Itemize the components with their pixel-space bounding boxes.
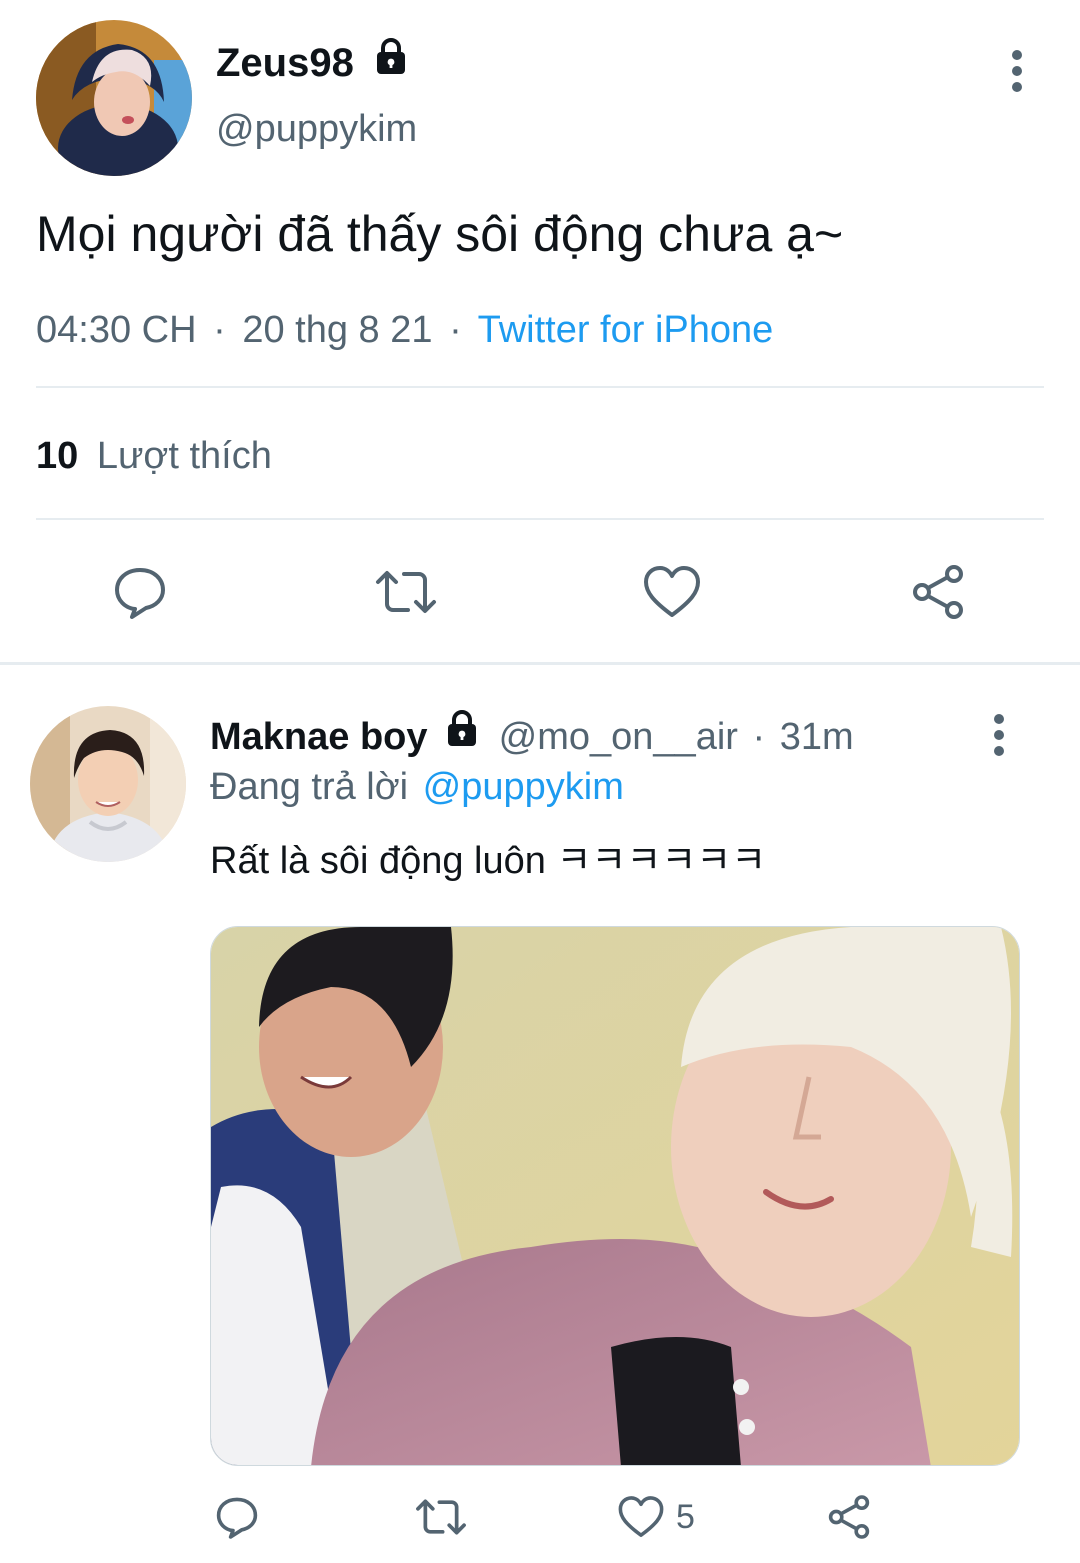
lock-icon xyxy=(371,36,411,86)
like-label: Lượt thích xyxy=(96,435,272,477)
reply-like-count: 5 xyxy=(676,1497,695,1536)
lock-icon xyxy=(442,708,482,761)
replying-label: Đang trả lời xyxy=(210,766,409,808)
reply-button[interactable] xyxy=(104,556,176,628)
reply-media-photo[interactable] xyxy=(210,926,1020,1466)
tweet-source-link[interactable]: Twitter for iPhone xyxy=(478,309,774,351)
share-icon xyxy=(828,1495,870,1539)
reply-icon xyxy=(216,1497,258,1539)
like-button[interactable] xyxy=(636,556,708,628)
reply-button[interactable] xyxy=(208,1488,266,1546)
likes-summary[interactable]: 10 Lượt thích xyxy=(36,432,272,480)
replying-to-link[interactable]: @puppykim xyxy=(423,766,624,808)
tweet-date[interactable]: 20 thg 8 21 xyxy=(242,309,432,351)
meta-separator: · xyxy=(752,716,766,758)
meta-separator: · xyxy=(449,309,462,351)
like-button[interactable]: 5 xyxy=(616,1488,716,1546)
more-options-icon[interactable] xyxy=(1000,50,1034,92)
divider xyxy=(36,518,1044,520)
retweet-button[interactable] xyxy=(370,556,442,628)
replying-to: Đang trả lời @puppykim xyxy=(210,762,624,812)
tweet-time[interactable]: 04:30 CH xyxy=(36,309,197,351)
display-name-text: Zeus98 xyxy=(216,41,354,85)
retweet-icon xyxy=(376,571,436,613)
avatar-zeus98[interactable] xyxy=(36,20,192,176)
reply-icon xyxy=(115,568,165,619)
divider xyxy=(36,386,1044,388)
retweet-button[interactable] xyxy=(410,1488,472,1546)
tweet-meta: 04:30 CH · 20 thg 8 21 · Twitter for iPh… xyxy=(36,306,773,354)
share-button[interactable] xyxy=(820,1488,878,1546)
author-handle[interactable]: @puppykim xyxy=(216,106,417,152)
reply-time[interactable]: 31m xyxy=(780,716,854,758)
reply-handle[interactable]: @mo_on__air xyxy=(499,716,738,758)
like-icon xyxy=(618,1496,664,1538)
tweet-text: Mọi người đã thấy sôi động chưa ạ~ xyxy=(36,206,844,262)
reply-header: Maknae boy @mo_on__air · 31m xyxy=(210,710,854,762)
meta-separator: · xyxy=(213,309,226,351)
like-icon xyxy=(644,566,700,617)
reply-display-name[interactable]: Maknae boy xyxy=(210,716,428,758)
section-divider xyxy=(0,662,1080,665)
share-button[interactable] xyxy=(902,556,974,628)
like-count: 10 xyxy=(36,435,79,477)
more-options-icon[interactable] xyxy=(982,714,1016,756)
reply-text: Rất là sôi động luôn ㅋㅋㅋㅋㅋㅋ xyxy=(210,840,767,882)
retweet-icon xyxy=(416,1499,466,1535)
author-display-name[interactable]: Zeus98 xyxy=(216,38,411,86)
avatar-maknae-boy[interactable] xyxy=(30,706,186,862)
share-icon xyxy=(913,565,963,619)
